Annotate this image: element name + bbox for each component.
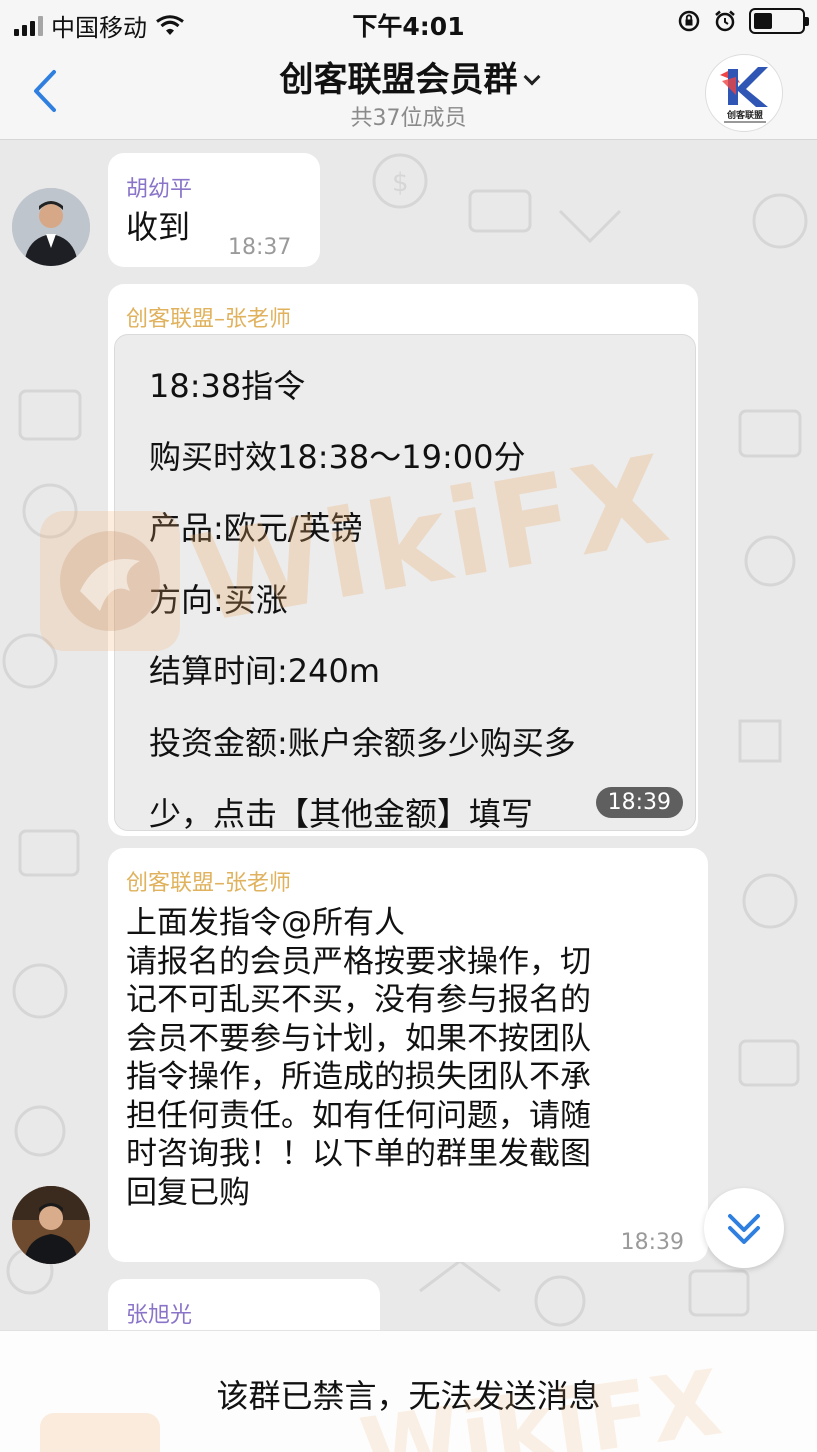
card-line: 结算时间:240m	[149, 652, 381, 690]
message-bubble[interactable]: 张旭光	[108, 1279, 380, 1330]
message-bubble[interactable]: 创客联盟–张老师 上面发指令@所有人 请报名的会员严格按要求操作，切 记不可乱买…	[108, 848, 708, 1262]
battery-icon	[749, 8, 809, 34]
message-line: 会员不要参与计划，如果不按团队	[126, 1020, 591, 1057]
message-line: 上面发指令@所有人	[126, 905, 405, 941]
chevron-down-icon[interactable]	[523, 68, 540, 86]
group-avatar[interactable]: 创客联盟	[705, 54, 783, 132]
bottom-bar: 该群已禁言，无法发送消息 WikiFX	[0, 1330, 817, 1452]
watermark-logo	[40, 1413, 160, 1452]
svg-text:创客联盟: 创客联盟	[726, 109, 763, 121]
avatar[interactable]	[12, 1186, 90, 1264]
message-line: 时咨询我！！以下单的群里发截图	[126, 1136, 591, 1172]
person-avatar-icon	[12, 1186, 90, 1264]
person-avatar-icon	[12, 188, 90, 266]
card-line: 投资金额:账户余额多少购买多	[149, 724, 576, 762]
scroll-to-bottom-button[interactable]	[704, 1188, 784, 1268]
nav-bar: 创客联盟会员群 共37位成员 创客联盟	[0, 44, 817, 140]
sender-name[interactable]: 创客联盟–张老师	[126, 865, 291, 897]
double-chevron-down-icon	[728, 1214, 760, 1244]
watermark-logo	[40, 511, 180, 651]
message-time: 18:39	[620, 1230, 684, 1255]
card-line: 少，点击【其他金额】填写	[149, 795, 534, 831]
member-count: 共37位成员	[350, 106, 467, 131]
watermark-text: WikiFX	[354, 1350, 730, 1452]
svg-text:$: $	[392, 168, 409, 198]
sender-name[interactable]: 胡幼平	[126, 171, 192, 203]
message-bubble[interactable]: 胡幼平 收到 18:37	[108, 153, 320, 267]
message-time: 18:37	[228, 235, 292, 260]
message-line: 回复已购	[126, 1174, 250, 1211]
message-line: 请报名的会员严格按要求操作，切	[126, 943, 591, 980]
message-line: 指令操作，所造成的损失团队不承	[126, 1059, 591, 1095]
group-title[interactable]: 创客联盟会员群	[280, 60, 518, 100]
message-line: 担任何责任。如有任何问题，请随	[126, 1097, 591, 1134]
nav-title-wrap[interactable]: 创客联盟会员群	[0, 52, 817, 101]
chat-area[interactable]: $ 胡幼平 收到 18:37 创客联盟–张老师 18:38指令 购买时效18:3…	[0, 141, 817, 1330]
group-logo-icon: 创客联盟	[720, 67, 768, 123]
message-line: 记不可乱买不买，没有参与报名的	[126, 982, 591, 1018]
sender-name[interactable]: 创客联盟–张老师	[126, 301, 291, 333]
message-text: 收到	[126, 208, 191, 246]
rotation-lock-icon	[678, 10, 700, 32]
status-right	[677, 8, 809, 34]
status-bar: 中国移动 下午4:01	[0, 0, 817, 44]
alarm-icon	[715, 10, 735, 32]
sender-name[interactable]: 张旭光	[126, 1297, 192, 1329]
eagle-icon	[60, 531, 160, 631]
message-text: 上面发指令@所有人 请报名的会员严格按要求操作，切 记不可乱买不买，没有参与报名…	[126, 904, 696, 1212]
message-time: 18:39	[595, 787, 683, 818]
card-line: 18:38指令	[149, 367, 306, 405]
avatar[interactable]	[12, 188, 90, 266]
